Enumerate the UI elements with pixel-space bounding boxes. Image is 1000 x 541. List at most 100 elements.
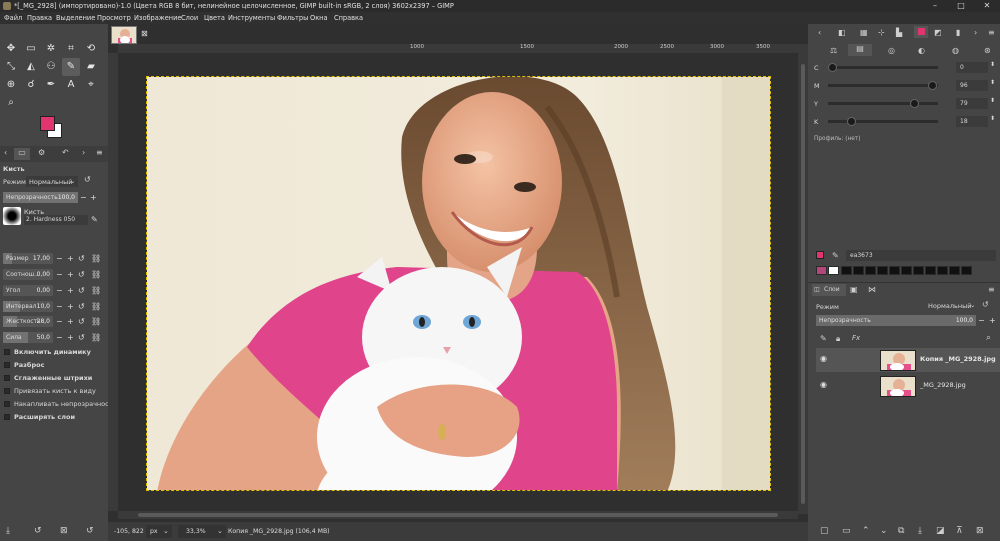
- slider-reset-icon[interactable]: ↺: [78, 253, 85, 264]
- cmyk-slider[interactable]: [828, 99, 938, 108]
- history-swatch[interactable]: [901, 266, 912, 275]
- history-swatch[interactable]: [816, 266, 827, 275]
- slider-decrease-button[interactable]: −: [56, 332, 63, 343]
- reset-mode-icon[interactable]: ↺: [84, 175, 91, 184]
- spin-arrows-icon[interactable]: ⬍: [990, 61, 995, 68]
- opacity-slider[interactable]: Непрозрачность 100,0: [3, 192, 78, 203]
- lock-icon[interactable]: 🔒︎: [836, 334, 840, 344]
- cmyk-slider[interactable]: [828, 117, 938, 126]
- layer-row[interactable]: ◉ Копия _MG_2928.jpg: [816, 348, 1000, 372]
- slider-increase-button[interactable]: +: [67, 332, 74, 343]
- layer-mode-reset-icon[interactable]: ↺: [982, 300, 989, 309]
- zoom-tool-icon[interactable]: ⌕: [2, 94, 20, 112]
- menu-windows[interactable]: Окна: [310, 12, 328, 24]
- menu-image[interactable]: Изображение: [134, 12, 181, 24]
- visibility-eye-icon[interactable]: ◉: [820, 380, 827, 389]
- option-checkbox[interactable]: [4, 349, 10, 355]
- search-icon[interactable]: ⌕: [986, 333, 991, 343]
- slider-reset-icon[interactable]: ↺: [78, 316, 85, 327]
- clone-tool-icon[interactable]: ⊕: [2, 76, 20, 94]
- cmyk-slider[interactable]: [828, 63, 938, 72]
- histogram-tab-icon[interactable]: ▙: [896, 28, 902, 37]
- anchor-layer-icon[interactable]: ⊼: [956, 526, 963, 536]
- history-swatch[interactable]: [828, 266, 839, 275]
- tab-device-status[interactable]: ⚙: [38, 148, 45, 157]
- crop-tool-icon[interactable]: ⌗: [62, 40, 80, 58]
- text-tool-icon[interactable]: A: [62, 76, 80, 94]
- reset-options-icon[interactable]: ↺: [86, 526, 94, 536]
- slider-reset-icon[interactable]: ↺: [78, 301, 85, 312]
- dock-right-arrow-icon[interactable]: ›: [974, 28, 977, 37]
- history-swatch[interactable]: [925, 266, 936, 275]
- tab-left-icon[interactable]: ‹: [4, 148, 7, 157]
- close-window-button[interactable]: ✕: [974, 0, 1000, 12]
- paths-tool-icon[interactable]: ✒: [42, 76, 60, 94]
- menu-tools[interactable]: Инструменты: [228, 12, 275, 24]
- menu-file[interactable]: Файл: [4, 12, 22, 24]
- cmyk-value-field[interactable]: 79: [956, 98, 988, 109]
- palette-tab-icon[interactable]: ◩: [934, 28, 942, 37]
- tab-undo-history[interactable]: ↶: [62, 148, 69, 157]
- menu-view[interactable]: Просмотр: [97, 12, 131, 24]
- new-layer-group-icon[interactable]: ▭: [842, 526, 851, 536]
- lock-pixels-icon[interactable]: ✎: [820, 334, 827, 343]
- history-swatch[interactable]: [877, 266, 888, 275]
- cmyk-slider[interactable]: [828, 81, 938, 90]
- cmyk-value-field[interactable]: 18: [956, 116, 988, 127]
- foreground-color-swatch[interactable]: [40, 116, 55, 131]
- smudge-tool-icon[interactable]: ☌: [22, 76, 40, 94]
- layer-row[interactable]: ◉ _MG_2928.jpg: [816, 374, 1000, 398]
- scales-tab-icon[interactable]: ⚖: [830, 46, 837, 55]
- effects-icon[interactable]: Fx: [852, 334, 860, 342]
- raise-layer-icon[interactable]: ⌃: [862, 526, 870, 536]
- spin-arrows-icon[interactable]: ⬍: [990, 97, 995, 104]
- option-checkbox[interactable]: [4, 401, 10, 407]
- slider-decrease-button[interactable]: −: [56, 285, 63, 296]
- fg-color-mini[interactable]: [816, 251, 824, 259]
- history-swatch[interactable]: [889, 266, 900, 275]
- rect-select-tool-icon[interactable]: ▭: [22, 40, 40, 58]
- slider-reset-icon[interactable]: ↺: [78, 285, 85, 296]
- option-checkbox[interactable]: [4, 388, 10, 394]
- maximize-button[interactable]: □: [948, 0, 974, 12]
- color-picker-tool-icon[interactable]: ⌖: [82, 76, 100, 94]
- slider-link-icon[interactable]: ⛓: [91, 253, 101, 264]
- bucket-fill-tool-icon[interactable]: ◭: [22, 58, 40, 76]
- hex-color-field[interactable]: ea3673: [846, 250, 996, 261]
- slider-link-icon[interactable]: ⛓: [91, 301, 101, 312]
- tab-menu-icon[interactable]: ≡: [96, 148, 103, 157]
- paintbrush-tool-icon[interactable]: ✎: [62, 58, 80, 76]
- slider-reset-icon[interactable]: ↺: [78, 332, 85, 343]
- menu-filters[interactable]: Фильтры: [277, 12, 308, 24]
- zoom-select[interactable]: 33,3% ⌄: [178, 525, 226, 538]
- menu-edit[interactable]: Правка: [27, 12, 52, 24]
- slider-decrease-button[interactable]: −: [56, 253, 63, 264]
- watercolor-tab-icon[interactable]: ◐: [918, 46, 925, 55]
- dock-left-arrow-icon[interactable]: ‹: [818, 28, 821, 37]
- history-swatch[interactable]: [937, 266, 948, 275]
- tab-tool-options[interactable]: ▭: [14, 148, 30, 160]
- slider-knob[interactable]: [828, 63, 837, 72]
- menu-colors[interactable]: Цвета: [204, 12, 225, 24]
- menu-select[interactable]: Выделение: [56, 12, 95, 24]
- opacity-increase-button[interactable]: +: [90, 192, 97, 203]
- history-swatch[interactable]: [865, 266, 876, 275]
- slider-knob[interactable]: [910, 99, 920, 108]
- transform-tool-icon[interactable]: ⤡: [2, 58, 20, 76]
- page-tab-icon[interactable]: ▮: [956, 28, 960, 37]
- brush-name-field[interactable]: 2. Hardness 050: [24, 215, 88, 225]
- menu-layer[interactable]: Слои: [181, 12, 198, 24]
- slider-increase-button[interactable]: +: [67, 253, 74, 264]
- layer-mode-dropdown[interactable]: Нормальный ⌄: [924, 300, 978, 311]
- cmyk-tab-icon[interactable]: ▤: [848, 44, 872, 56]
- slider-link-icon[interactable]: ⛓: [91, 316, 101, 327]
- history-swatch[interactable]: [853, 266, 864, 275]
- layer-opacity-slider[interactable]: Непрозрачность 100,0: [816, 315, 976, 326]
- brush-preview[interactable]: [3, 207, 21, 225]
- dock-menu-icon[interactable]: ≡: [988, 28, 995, 37]
- brush-param-slider[interactable]: Соотнош... 0,00: [3, 269, 53, 280]
- paths-tab-icon[interactable]: ⋈: [868, 285, 876, 294]
- close-image-tab-icon[interactable]: ⊠: [141, 29, 148, 38]
- slider-decrease-button[interactable]: −: [56, 269, 63, 280]
- delete-options-icon[interactable]: ⊠: [60, 526, 68, 536]
